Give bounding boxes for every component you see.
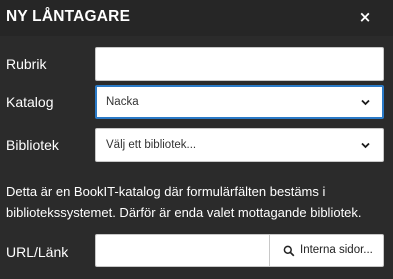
- catalog-description: Detta är en BookIT-katalog där formulärf…: [6, 184, 362, 220]
- dialog-header: NY LÅNTAGARE ×: [0, 0, 393, 36]
- chevron-down-icon: [361, 141, 370, 150]
- rubrik-label: Rubrik: [6, 56, 47, 72]
- close-icon[interactable]: ×: [357, 9, 373, 25]
- bibliotek-value: Välj ett bibliotek...: [106, 139, 197, 151]
- rubrik-input[interactable]: [95, 47, 384, 81]
- url-input[interactable]: [95, 234, 269, 267]
- katalog-value: Nacka: [106, 96, 139, 108]
- url-label: URL/Länk: [6, 244, 69, 260]
- search-icon: [283, 245, 295, 257]
- bibliotek-select[interactable]: Välj ett bibliotek...: [95, 128, 384, 162]
- katalog-select[interactable]: Nacka: [95, 85, 384, 119]
- internal-pages-label: Interna sidor...: [300, 244, 373, 256]
- dialog-title: NY LÅNTAGARE: [6, 8, 131, 25]
- chevron-down-icon: [361, 98, 370, 107]
- katalog-label: Katalog: [6, 94, 54, 110]
- internal-pages-button[interactable]: Interna sidor...: [269, 234, 384, 267]
- bibliotek-label: Bibliotek: [6, 137, 59, 153]
